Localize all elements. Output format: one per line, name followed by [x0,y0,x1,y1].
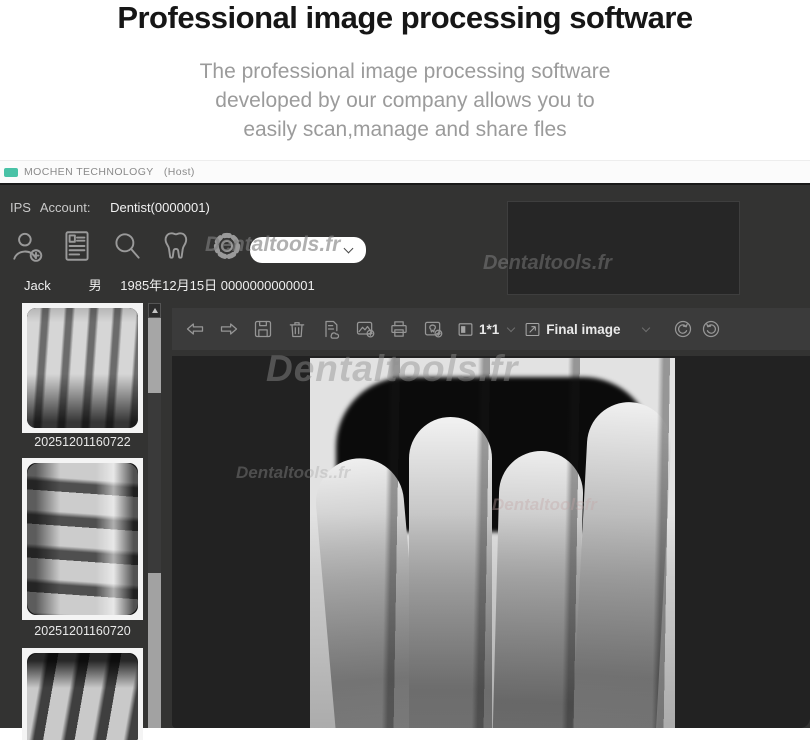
page: Professional image processing software T… [0,0,810,740]
layout-value: 1*1 [479,322,499,337]
xray-thumb-image [27,463,138,615]
window-title: MOCHEN TECHNOLOGY (Host) [24,166,195,178]
chevron-down-icon [507,324,515,332]
forward-icon[interactable] [219,319,239,339]
patient-id: 0000000000001 [221,278,315,293]
header-toolbar [8,227,258,265]
report-cloud-icon[interactable] [321,319,341,339]
app-name: MOCHEN TECHNOLOGY [24,166,154,178]
subtitle-line: easily scan,manage and share fles [0,115,810,144]
subtitle-line: The professional image processing softwa… [0,57,810,86]
scrollbar-track-bottom[interactable] [148,573,161,728]
add-image-icon[interactable] [355,319,375,339]
chevron-down-icon [641,324,649,332]
tooth-icon[interactable] [158,227,196,265]
sidebar-scrollbar[interactable] [148,303,161,728]
video-preview-panel [507,201,740,295]
add-patient-icon[interactable] [8,227,46,265]
image-mode-value: Final image [546,322,620,337]
window-titlebar: MOCHEN TECHNOLOGY (Host) [0,160,810,183]
app-logo-icon [4,168,18,177]
save-icon[interactable] [253,319,273,339]
delete-trash-icon[interactable] [287,319,307,339]
back-icon[interactable] [185,319,205,339]
page-subtitle: The professional image processing softwa… [0,57,810,144]
patient-birthdate: 1985年12月15日 [120,275,217,294]
undo-rotate-icon[interactable] [673,319,693,339]
device-select-dropdown[interactable] [250,237,366,263]
page-title: Professional image processing software [0,0,810,36]
account-label: Account: [40,200,91,215]
xray-thumbnail-1[interactable] [22,303,143,433]
xray-thumbnail-3[interactable] [22,648,143,740]
account-value: Dentist(0000001) [110,200,210,215]
xray-texture-overlay [310,358,675,728]
subtitle-line: developed by our company allows you to [0,86,810,115]
scroll-up-button[interactable] [148,303,161,318]
scan-add-icon[interactable] [423,319,443,339]
xray-thumb-image [27,653,138,740]
scrollbar-track-top[interactable] [148,318,161,393]
patient-gender: 男 [89,275,117,294]
image-canvas[interactable] [172,356,810,728]
patient-record-icon[interactable] [58,227,96,265]
xray-thumb-image [27,308,138,428]
share-redo-icon[interactable] [701,319,721,339]
xray-thumbnail-2[interactable] [22,458,143,620]
layout-selector[interactable]: 1*1 [457,321,514,338]
image-mode-selector[interactable]: Final image [524,321,648,338]
settings-gear-icon[interactable] [208,227,246,265]
thumbnail-2-label: 20251201160720 [6,624,159,638]
image-toolbar: 1*1 Final image [172,308,810,350]
patient-name: Jack [24,278,85,293]
search-icon[interactable] [108,227,146,265]
chevron-down-icon [344,244,354,254]
print-icon[interactable] [389,319,409,339]
up-triangle-icon [152,308,158,313]
host-mode-label: (Host) [164,166,195,178]
account-row: IPS Account: Dentist(0000001) [10,200,210,215]
thumbnail-1-label: 20251201160722 [6,435,159,449]
patient-info-row: Jack 男 1985年12月15日 0000000000001 [24,275,315,294]
scrollbar-thumb[interactable] [148,393,161,573]
ips-label: IPS [10,200,31,215]
main-xray-image [310,358,675,728]
